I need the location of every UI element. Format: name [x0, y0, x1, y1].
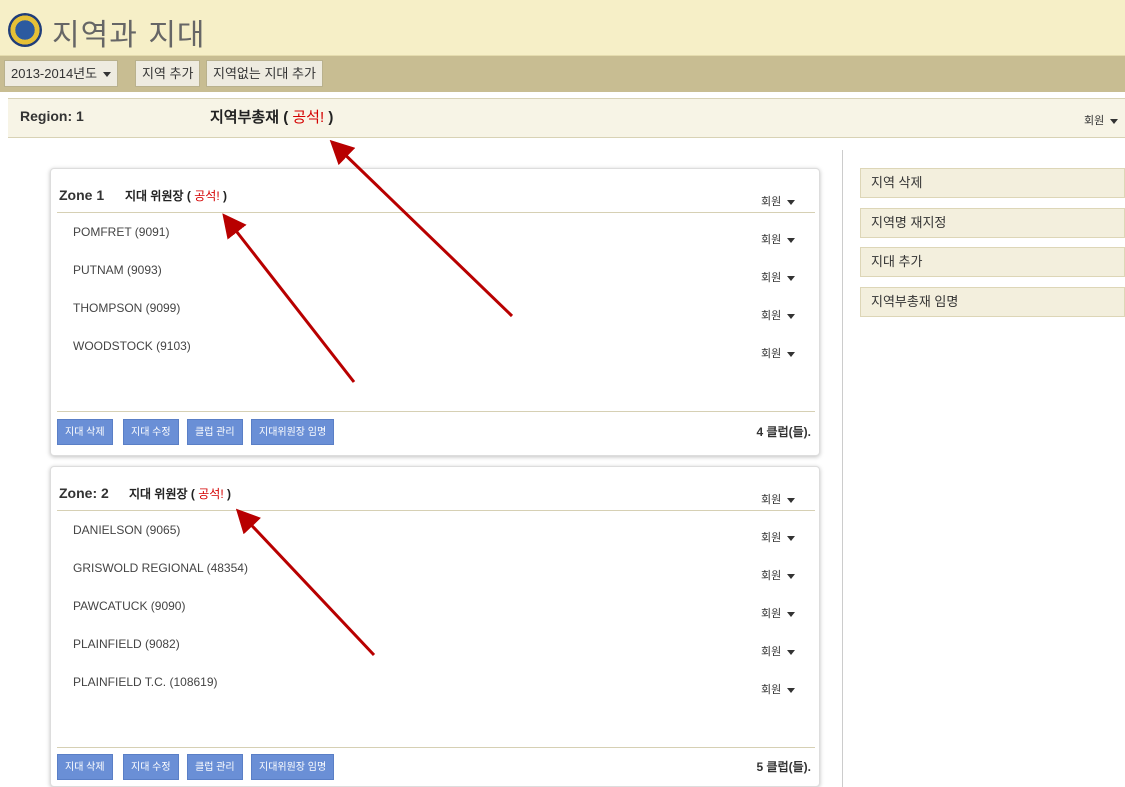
paren-open: (: [283, 109, 289, 126]
divider: [57, 510, 815, 511]
add-region-button[interactable]: 지역 추가: [135, 60, 201, 87]
club-item: PLAINFIELD T.C. (108619): [73, 675, 218, 689]
paren-close: ): [328, 109, 334, 126]
zone-member-dropdown[interactable]: 회원: [761, 491, 796, 507]
member-dropdown-label: 회원: [761, 532, 782, 544]
add-zone-without-region-button[interactable]: 지역없는 지대 추가: [206, 60, 323, 87]
club-item: GRISWOLD REGIONAL (48354): [73, 561, 248, 575]
sidebar-divider: [842, 150, 843, 787]
member-dropdown-label: 회원: [761, 272, 782, 284]
divider: [57, 747, 815, 748]
app-header: 지역과 지대: [0, 0, 1125, 56]
club-item: DANIELSON (9065): [73, 523, 181, 537]
zone-header: Zone 1 지대 위원장 ( 공석! ) 회원: [51, 169, 819, 213]
club-member-dropdown[interactable]: 회원: [761, 643, 796, 659]
club-item: WOODSTOCK (9103): [73, 339, 191, 353]
zone-chair: 지대 위원장 ( 공석! ): [125, 187, 227, 204]
zone-name: Zone: 2: [59, 485, 109, 501]
caret-down-icon: [103, 72, 112, 78]
governor-title: 지역부총재: [210, 109, 280, 126]
appoint-region-governor-button[interactable]: 지역부총재 임명: [860, 287, 1125, 317]
caret-down-icon: [1110, 118, 1119, 124]
delete-region-button[interactable]: 지역 삭제: [860, 168, 1125, 198]
caret-down-icon: [787, 497, 796, 503]
zone-card-1: Zone 1 지대 위원장 ( 공석! ) 회원 POMFRET (9091) …: [50, 168, 820, 456]
rename-region-button[interactable]: 지역명 재지정: [860, 208, 1125, 238]
region-member-dropdown[interactable]: 회원: [1084, 112, 1119, 128]
appoint-zone-chair-button[interactable]: 지대위원장 임명: [251, 754, 335, 780]
region-label: Region: 1: [20, 108, 84, 124]
appoint-zone-chair-button[interactable]: 지대위원장 임명: [251, 419, 335, 445]
club-member-dropdown[interactable]: 회원: [761, 269, 796, 285]
year-select[interactable]: 2013-2014년도: [4, 60, 119, 87]
member-dropdown-label: 회원: [1084, 115, 1105, 127]
caret-down-icon: [787, 313, 796, 319]
club-member-dropdown[interactable]: 회원: [761, 345, 796, 361]
caret-down-icon: [787, 351, 796, 357]
zone-chair: 지대 위원장 ( 공석! ): [129, 485, 231, 502]
edit-zone-button[interactable]: 지대 수정: [123, 754, 179, 780]
lions-logo-icon: [8, 13, 42, 47]
caret-down-icon: [787, 275, 796, 281]
club-member-dropdown[interactable]: 회원: [761, 307, 796, 323]
zone-header: Zone: 2 지대 위원장 ( 공석! ) 회원: [51, 467, 819, 511]
club-member-dropdown[interactable]: 회원: [761, 529, 796, 545]
member-dropdown-label: 회원: [761, 570, 782, 582]
manage-clubs-button[interactable]: 클럽 관리: [187, 754, 243, 780]
vacant-status: 공석!: [194, 189, 220, 203]
member-dropdown-label: 회원: [761, 310, 782, 322]
region-header: Region: 1 지역부총재 ( 공석! ) 회원: [8, 98, 1125, 138]
club-member-dropdown[interactable]: 회원: [761, 681, 796, 697]
vacant-status: 공석!: [292, 109, 325, 126]
paren-close: ): [223, 189, 227, 203]
club-item: PLAINFIELD (9082): [73, 637, 180, 651]
member-dropdown-label: 회원: [761, 684, 782, 696]
paren-open: (: [186, 189, 191, 203]
caret-down-icon: [787, 649, 796, 655]
edit-zone-button[interactable]: 지대 수정: [123, 419, 179, 445]
vacant-status: 공석!: [198, 487, 224, 501]
delete-zone-button[interactable]: 지대 삭제: [57, 754, 113, 780]
member-dropdown-label: 회원: [761, 646, 782, 658]
caret-down-icon: [787, 573, 796, 579]
chair-title: 지대 위원장: [125, 189, 184, 203]
club-member-dropdown[interactable]: 회원: [761, 231, 796, 247]
club-member-dropdown[interactable]: 회원: [761, 605, 796, 621]
member-dropdown-label: 회원: [761, 196, 782, 208]
year-select-label: 2013-2014년도: [11, 66, 98, 81]
caret-down-icon: [787, 199, 796, 205]
manage-clubs-button[interactable]: 클럽 관리: [187, 419, 243, 445]
zone-member-dropdown[interactable]: 회원: [761, 193, 796, 209]
add-zone-button[interactable]: 지대 추가: [860, 247, 1125, 277]
club-item: PAWCATUCK (9090): [73, 599, 186, 613]
delete-zone-button[interactable]: 지대 삭제: [57, 419, 113, 445]
chair-title: 지대 위원장: [129, 487, 188, 501]
zone-card-2: Zone: 2 지대 위원장 ( 공석! ) 회원 DANIELSON (906…: [50, 466, 820, 787]
club-count: 5 클럽(들).: [756, 760, 811, 774]
region-governor: 지역부총재 ( 공석! ): [210, 106, 333, 127]
member-dropdown-label: 회원: [761, 608, 782, 620]
club-item: PUTNAM (9093): [73, 263, 162, 277]
caret-down-icon: [787, 611, 796, 617]
divider: [57, 411, 815, 412]
toolbar: 2013-2014년도 지역 추가 지역없는 지대 추가: [0, 56, 1125, 92]
caret-down-icon: [787, 687, 796, 693]
club-count: 4 클럽(들).: [756, 425, 811, 439]
club-member-dropdown[interactable]: 회원: [761, 567, 796, 583]
club-item: THOMPSON (9099): [73, 301, 181, 315]
caret-down-icon: [787, 535, 796, 541]
member-dropdown-label: 회원: [761, 234, 782, 246]
divider: [57, 212, 815, 213]
paren-close: ): [227, 487, 231, 501]
page-title: 지역과 지대: [52, 18, 206, 53]
caret-down-icon: [787, 237, 796, 243]
member-dropdown-label: 회원: [761, 494, 782, 506]
club-item: POMFRET (9091): [73, 225, 170, 239]
zone-name: Zone 1: [59, 187, 105, 203]
member-dropdown-label: 회원: [761, 348, 782, 360]
paren-open: (: [190, 487, 195, 501]
